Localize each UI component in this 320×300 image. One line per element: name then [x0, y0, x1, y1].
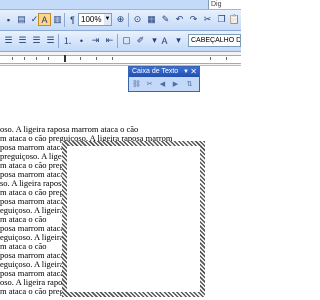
paste-icon[interactable]: 📋 — [228, 13, 241, 26]
zoom-icon[interactable]: ⊕ — [114, 13, 127, 26]
undo-icon[interactable]: ↶ — [173, 13, 186, 26]
document-line: oso. A ligeira raposa marrom ataca o cão — [0, 125, 139, 134]
indent-marker[interactable] — [64, 55, 66, 62]
ruler-tick — [48, 57, 49, 60]
ruler-tick — [226, 57, 227, 60]
menu-bar: Dig — [0, 0, 241, 10]
chevron-down-icon[interactable]: ▼ — [104, 14, 111, 25]
font-color-dropdown-icon[interactable]: ▾ — [172, 34, 185, 47]
redo-icon[interactable]: ↷ — [187, 13, 200, 26]
ruler-tick — [96, 57, 97, 60]
cut-icon[interactable]: ✂ — [201, 13, 214, 26]
link-icon[interactable]: ⊙ — [131, 13, 144, 26]
formatting-toolbar: ☰ ☰ ☰ ☰ ⒈ • ⇥ ⇤ ▢ ✐ ▾ A ▾ CABEÇALHO DA — [0, 31, 241, 52]
indent-icon[interactable]: ⇥ — [89, 34, 102, 47]
ruler-tick — [210, 57, 211, 60]
ruler-tick — [80, 57, 81, 60]
zoom-select[interactable]: 100% ▼ — [78, 13, 112, 26]
save-icon[interactable]: ▪ — [2, 13, 15, 26]
text-box[interactable] — [62, 141, 205, 297]
text-box-toolbar-title[interactable]: Caixa de Texto ▼ ✕ — [129, 67, 199, 77]
print-icon[interactable]: ▤ — [15, 13, 28, 26]
copy-icon[interactable]: ❐ — [215, 13, 228, 26]
previous-text-box-icon[interactable]: ◀ — [158, 79, 167, 88]
standard-toolbar: ▪ ▤ ✓ A ▥ ¶ 100% ▼ ⊕ ⊙ ▦ ✎ ↶ ↷ ✂ ❐ 📋 — [0, 10, 241, 31]
border-icon[interactable]: ▢ — [120, 34, 133, 47]
text-box-toolbar[interactable]: Caixa de Texto ▼ ✕ ⛓ ✂ ◀ ▶ ⇅ — [128, 66, 200, 92]
create-link-icon[interactable]: ⛓ — [132, 79, 141, 88]
columns-icon[interactable]: ▥ — [51, 13, 64, 26]
zoom-value: 100% — [81, 15, 102, 24]
indent-more-icon[interactable]: ⇤ — [103, 34, 116, 47]
separator — [64, 13, 65, 27]
font-color-icon[interactable]: A — [158, 34, 171, 47]
justify-icon[interactable]: ☰ — [44, 34, 57, 47]
align-left-icon[interactable]: ☰ — [2, 34, 15, 47]
numbering-icon[interactable]: ⒈ — [61, 34, 74, 47]
separator — [117, 34, 118, 48]
ruler — [0, 52, 241, 66]
ruler-tick — [112, 57, 113, 60]
bullets-icon[interactable]: • — [75, 34, 88, 47]
table-icon[interactable]: ▦ — [145, 13, 158, 26]
text-direction-icon[interactable]: ⇅ — [185, 79, 194, 88]
next-text-box-icon[interactable]: ▶ — [171, 79, 180, 88]
toolbar-options-icon[interactable]: ▼ — [183, 67, 189, 77]
toolbar-title-text: Caixa de Texto — [132, 68, 179, 75]
separator — [128, 13, 129, 27]
highlight-icon[interactable]: ✐ — [134, 34, 147, 47]
text-box-toolbar-buttons: ⛓ ✂ ◀ ▶ ⇅ — [129, 77, 199, 91]
align-right-icon[interactable]: ☰ — [30, 34, 43, 47]
break-link-icon[interactable]: ✂ — [145, 79, 154, 88]
close-icon[interactable]: ✕ — [190, 67, 197, 77]
text-box-icon[interactable]: A — [38, 13, 51, 26]
align-center-icon[interactable]: ☰ — [16, 34, 29, 47]
ruler-tick — [24, 57, 25, 60]
style-select[interactable]: CABEÇALHO DA — [188, 34, 241, 47]
separator — [58, 34, 59, 48]
ruler-tick — [36, 57, 37, 60]
ruler-tick — [12, 57, 13, 60]
help-search-box[interactable]: Dig — [208, 0, 241, 9]
drawing-icon[interactable]: ✎ — [159, 13, 172, 26]
